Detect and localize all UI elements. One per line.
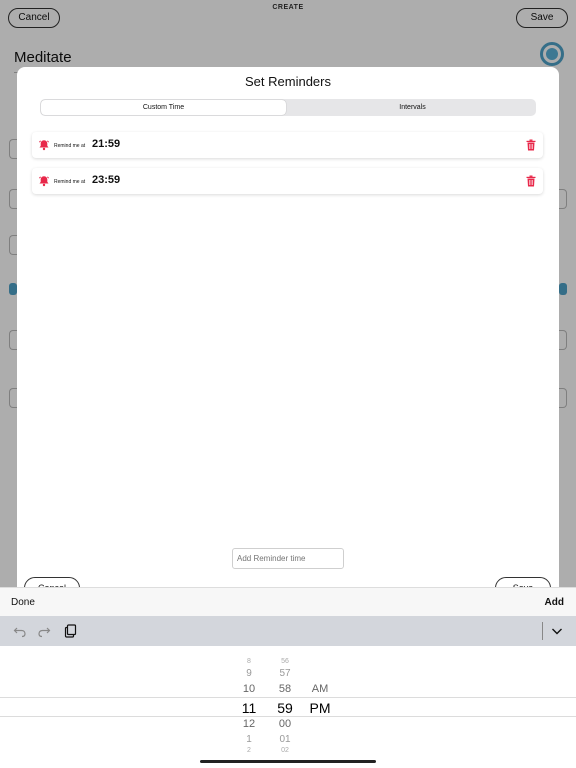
picker-minute-option[interactable]: 02 [270,747,300,752]
picker-minute-option[interactable]: 01 [270,734,300,745]
undo-icon[interactable] [13,624,27,638]
picker-period-option[interactable]: AM [304,683,336,695]
reminder-time: 21:59 [92,138,121,150]
picker-hour-option[interactable]: 8 [234,658,264,663]
trash-icon[interactable] [526,139,536,151]
done-button[interactable]: Done [11,597,35,608]
toolbar-separator [542,622,543,640]
picker-hour-option[interactable]: 12 [231,718,267,730]
picker-minute-option[interactable]: 56 [270,658,300,663]
picker-hour-option[interactable]: 2 [234,747,264,752]
tab-custom-time[interactable]: Custom Time [41,100,286,115]
picker-hour-selected[interactable]: 11 [231,700,267,716]
home-indicator [200,760,376,763]
reminder-prefix: Remind me at [54,143,86,149]
reminder-row[interactable]: Remind me at 23:59 [32,168,543,194]
reminder-prefix: Remind me at [54,179,86,185]
picker-hour-option[interactable]: 9 [234,668,264,679]
picker-hour-option[interactable]: 1 [234,734,264,745]
modal-title: Set Reminders [245,74,331,89]
picker-selection-line [0,697,576,698]
bell-icon [39,176,49,187]
set-reminders-modal: Set Reminders Custom Time Intervals Remi… [17,67,559,597]
add-reminder-time-input[interactable] [232,548,344,569]
reminder-type-segmented-control: Custom Time Intervals [40,99,536,116]
picker-minute-option[interactable]: 58 [267,683,303,695]
trash-icon[interactable] [526,175,536,187]
reminder-row[interactable]: Remind me at 21:59 [32,132,543,158]
time-picker[interactable]: 8 9 10 11 12 1 2 56 57 58 59 00 01 02 AM… [0,646,576,768]
picker-period-selected[interactable]: PM [304,700,336,716]
reminder-time: 23:59 [92,174,121,186]
keyboard-toolbar [0,616,576,646]
add-button[interactable]: Add [545,597,564,608]
tab-intervals[interactable]: Intervals [290,100,535,115]
chevron-down-icon[interactable] [550,624,564,638]
picker-accessory-bar: Done Add [0,587,576,617]
bell-icon [39,140,49,151]
redo-icon[interactable] [37,624,51,638]
picker-selection-line [0,716,576,717]
picker-hour-option[interactable]: 10 [231,683,267,695]
clipboard-icon[interactable] [63,624,77,638]
picker-minute-option[interactable]: 00 [267,718,303,730]
picker-minute-option[interactable]: 57 [270,668,300,679]
picker-minute-selected[interactable]: 59 [267,700,303,716]
